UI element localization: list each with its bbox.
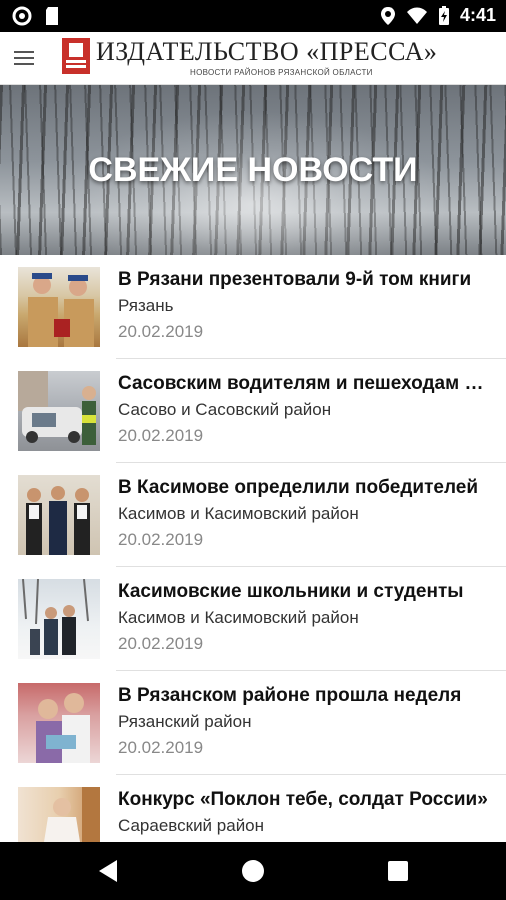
logo-title: ИЗДАТЕЛЬСТВО «ПРЕССА» xyxy=(96,37,438,66)
news-region: Касимов и Касимовский район xyxy=(118,608,359,627)
news-date: 20.02.2019 xyxy=(118,738,204,757)
hero-title: СВЕЖИЕ НОВОСТИ xyxy=(88,151,418,189)
news-region: Сараевский район xyxy=(118,816,265,835)
news-thumbnail xyxy=(18,267,100,347)
hero-banner: СВЕЖИЕ НОВОСТИ xyxy=(0,85,506,255)
wifi-icon xyxy=(406,7,427,24)
app-bar: ИЗДАТЕЛЬСТВО «ПРЕССА» НОВОСТИ РАЙОНОВ РЯ… xyxy=(0,32,506,85)
news-region: Рязанский район xyxy=(118,712,252,731)
location-icon xyxy=(380,6,395,25)
news-title: В Касимове определили победителей xyxy=(118,477,479,498)
hamburger-menu-icon[interactable] xyxy=(10,44,38,72)
news-title: В Рязани презентовали 9-й том книги xyxy=(118,269,472,290)
news-title: Конкурс «Поклон тебе, солдат России» xyxy=(118,789,488,810)
home-circle-icon[interactable] xyxy=(242,860,264,882)
news-item[interactable]: В Рязанском районе прошла неделя Рязанск… xyxy=(0,671,506,775)
news-thumbnail xyxy=(18,371,100,451)
news-title: Сасовским водителям и пешеходам напомнил… xyxy=(118,373,492,394)
news-region: Касимов и Касимовский район xyxy=(118,504,359,523)
news-region: Сасово и Сасовский район xyxy=(118,400,332,419)
news-date: 20.02.2019 xyxy=(118,530,204,549)
back-triangle-icon[interactable] xyxy=(99,860,117,882)
news-item[interactable]: В Касимове определили победителей Касимо… xyxy=(0,463,506,567)
news-date: 20.02.2019 xyxy=(118,426,204,445)
news-date: 20.02.2019 xyxy=(118,322,204,341)
news-title: Касимовские школьники и студенты xyxy=(118,581,464,602)
news-item[interactable]: Касимовские школьники и студенты Касимов… xyxy=(0,567,506,671)
battery-charging-icon xyxy=(438,5,449,25)
logo-mark-icon xyxy=(62,38,90,74)
status-time: 4:41 xyxy=(459,5,496,25)
system-nav-bar xyxy=(0,842,506,900)
news-item[interactable]: Сасовским водителям и пешеходам напомнил… xyxy=(0,359,506,463)
news-thumbnail xyxy=(18,579,100,659)
news-item[interactable]: В Рязани презентовали 9-й том книги Ряза… xyxy=(0,255,506,359)
news-thumbnail xyxy=(18,475,100,555)
news-thumbnail xyxy=(18,683,100,763)
status-bar: 4:41 xyxy=(0,0,506,32)
sd-card-icon xyxy=(46,7,58,25)
logo-subtitle: НОВОСТИ РАЙОНОВ РЯЗАНСКОЙ ОБЛАСТИ xyxy=(190,68,373,77)
recent-apps-square-icon[interactable] xyxy=(388,861,408,881)
news-date: 20.02.2019 xyxy=(118,634,204,653)
news-region: Рязань xyxy=(118,296,174,315)
app-logo: ИЗДАТЕЛЬСТВО «ПРЕССА» НОВОСТИ РАЙОНОВ РЯ… xyxy=(60,36,490,80)
circle-notification-icon xyxy=(12,6,32,26)
news-title: В Рязанском районе прошла неделя xyxy=(118,685,462,706)
